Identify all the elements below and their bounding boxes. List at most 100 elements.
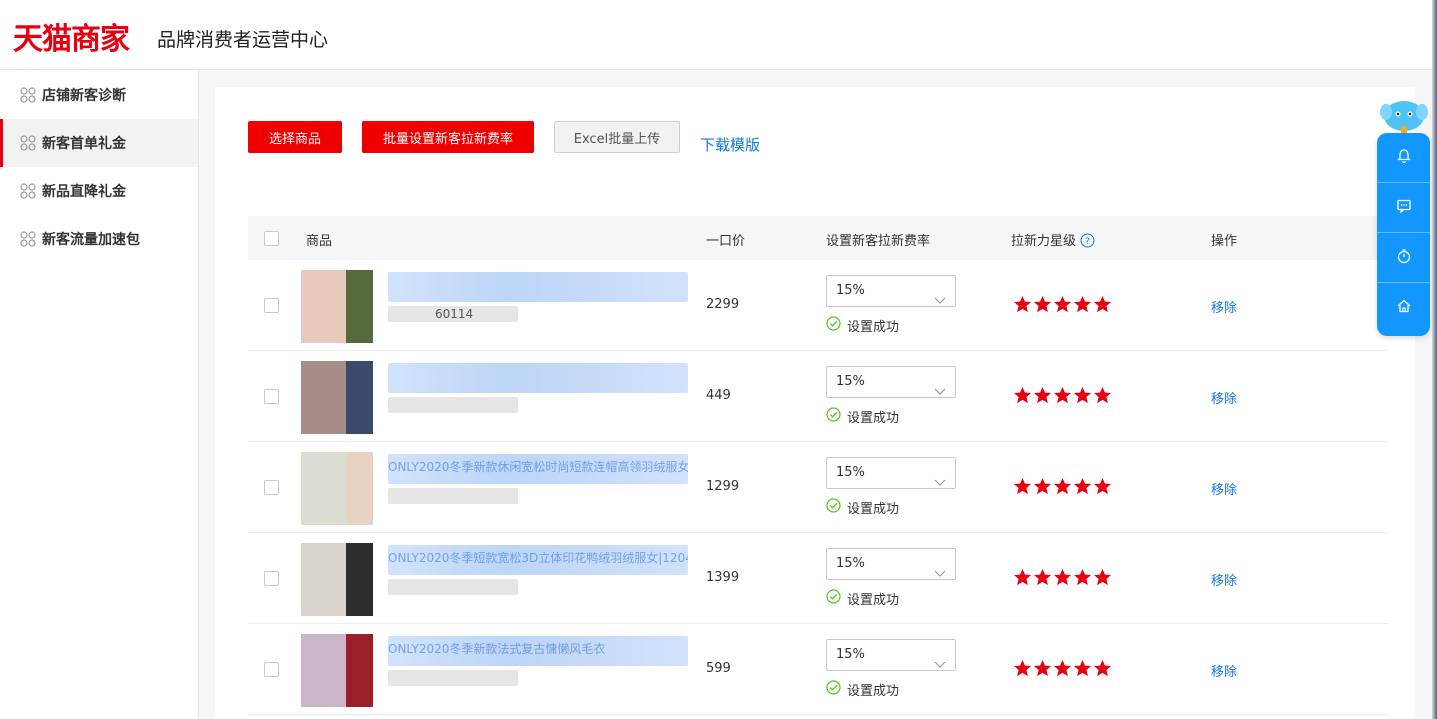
- status-text: 设置成功: [847, 411, 900, 426]
- grid-icon: [20, 231, 36, 247]
- star-icon: [1013, 477, 1032, 496]
- timer-button[interactable]: [1377, 233, 1430, 283]
- sidebar-item-traffic-pack[interactable]: 新客流量加速包: [0, 215, 198, 263]
- product-price: 599: [706, 661, 731, 676]
- star-rating: [1013, 295, 1112, 314]
- star-icon: [1093, 477, 1112, 496]
- rate-value: 15%: [836, 556, 865, 571]
- remove-link[interactable]: 移除: [1211, 661, 1237, 680]
- table-row: ONLY2020冬季新款休闲宽松时尚短款连帽高领羽绒服女 1299 15% 设置成功 移…: [248, 442, 1388, 533]
- star-rating: [1013, 659, 1112, 678]
- excel-upload-button[interactable]: Excel批量上传: [554, 121, 680, 153]
- star-icon: [1053, 386, 1072, 405]
- row-checkbox[interactable]: [264, 480, 279, 495]
- product-title[interactable]: ONLY2020冬季新款休闲宽松时尚短款连帽高领羽绒服女: [388, 458, 688, 475]
- home-icon: [1396, 298, 1412, 318]
- grid-icon: [20, 183, 36, 199]
- select-goods-button[interactable]: 选择商品: [248, 121, 342, 153]
- bell-icon: [1396, 148, 1412, 168]
- product-title-blur: [388, 272, 688, 302]
- check-circle-icon: [826, 680, 841, 699]
- status-text: 设置成功: [847, 593, 900, 608]
- status-text: 设置成功: [847, 502, 900, 517]
- sidebar-item-label: 新品直降礼金: [42, 184, 126, 200]
- batch-set-rate-button[interactable]: 批量设置新客拉新费率: [362, 121, 534, 153]
- rate-value: 15%: [836, 647, 865, 662]
- star-icon: [1093, 659, 1112, 678]
- chevron-down-icon: [934, 651, 946, 681]
- star-icon: [1093, 295, 1112, 314]
- row-checkbox[interactable]: [264, 662, 279, 677]
- product-thumbnail[interactable]: [301, 543, 373, 616]
- top-header: 天猫商家 品牌消费者运营中心: [0, 0, 1437, 70]
- grid-icon: [20, 87, 36, 103]
- row-checkbox[interactable]: [264, 571, 279, 586]
- grid-icon: [20, 135, 36, 151]
- star-icon: [1093, 386, 1112, 405]
- rate-value: 15%: [836, 283, 865, 298]
- check-circle-icon: [826, 407, 841, 426]
- star-icon: [1073, 568, 1092, 587]
- product-price: 449: [706, 388, 731, 403]
- row-checkbox[interactable]: [264, 298, 279, 313]
- table-row: 449 15% 设置成功 移除: [248, 351, 1388, 442]
- sidebar-item-new-product-gift[interactable]: 新品直降礼金: [0, 167, 198, 215]
- product-price: 2299: [706, 297, 740, 312]
- remove-link[interactable]: 移除: [1211, 479, 1237, 498]
- status-success: 设置成功: [826, 589, 899, 608]
- status-success: 设置成功: [826, 316, 899, 335]
- product-title[interactable]: ONLY2020冬季短款宽松3D立体印花鸭绒羽绒服女|1204: [388, 549, 688, 566]
- star-icon: [1013, 295, 1032, 314]
- product-title[interactable]: ONLY2020冬季新款法式复古慵懒风毛衣: [388, 640, 688, 657]
- product-thumbnail[interactable]: [301, 361, 373, 434]
- sidebar-item-first-order-gift[interactable]: 新客首单礼金: [0, 119, 198, 167]
- status-success: 设置成功: [826, 407, 899, 426]
- remove-link[interactable]: 移除: [1211, 388, 1237, 407]
- check-circle-icon: [826, 589, 841, 608]
- rate-select[interactable]: 15%: [826, 548, 956, 580]
- star-icon: [1013, 386, 1032, 405]
- notification-button[interactable]: [1377, 133, 1430, 183]
- svg-text:?: ?: [1085, 237, 1090, 247]
- row-checkbox[interactable]: [264, 389, 279, 404]
- message-icon: [1396, 198, 1412, 218]
- remove-link[interactable]: 移除: [1211, 570, 1237, 589]
- remove-link[interactable]: 移除: [1211, 297, 1237, 316]
- product-thumbnail[interactable]: [301, 452, 373, 525]
- chevron-down-icon: [934, 287, 946, 317]
- star-icon: [1093, 568, 1112, 587]
- main-panel: 选择商品 批量设置新客拉新费率 Excel批量上传 下载模版 商品 一口价 设置…: [215, 87, 1415, 719]
- star-icon: [1033, 477, 1052, 496]
- product-thumbnail[interactable]: [301, 270, 373, 343]
- timer-icon: [1396, 248, 1412, 268]
- product-id-blur: [388, 397, 518, 413]
- table-row: ONLY2020冬季短款宽松3D立体印花鸭绒羽绒服女|1204 1399 15% 设置…: [248, 533, 1388, 624]
- star-icon: [1053, 477, 1072, 496]
- sidebar-item-label: 店铺新客诊断: [42, 88, 126, 104]
- star-icon: [1033, 659, 1052, 678]
- star-rating: [1013, 477, 1112, 496]
- product-id: 60114: [435, 307, 474, 321]
- home-button[interactable]: [1377, 283, 1430, 333]
- check-circle-icon: [826, 316, 841, 335]
- rate-select[interactable]: 15%: [826, 275, 956, 307]
- chevron-down-icon: [934, 560, 946, 590]
- help-icon[interactable]: ?: [1080, 233, 1095, 252]
- mascot-icon[interactable]: [1380, 98, 1428, 136]
- status-success: 设置成功: [826, 498, 899, 517]
- sidebar-item-label: 新客首单礼金: [42, 136, 126, 152]
- rate-select[interactable]: 15%: [826, 366, 956, 398]
- tmall-logo[interactable]: 天猫商家: [13, 14, 130, 58]
- sidebar-item-store-diagnosis[interactable]: 店铺新客诊断: [0, 71, 198, 119]
- floating-toolbar: [1377, 133, 1430, 336]
- message-button[interactable]: [1377, 183, 1430, 233]
- goods-table: 商品 一口价 设置新客拉新费率 拉新力星级? 操作 60114 2299 15% 设置…: [248, 216, 1388, 715]
- select-all-checkbox[interactable]: [264, 231, 279, 246]
- header-action: 操作: [1211, 234, 1238, 249]
- download-template-link[interactable]: 下载模版: [700, 134, 760, 155]
- product-thumbnail[interactable]: [301, 634, 373, 707]
- rate-value: 15%: [836, 465, 865, 480]
- rate-select[interactable]: 15%: [826, 457, 956, 489]
- product-price: 1399: [706, 570, 740, 585]
- rate-select[interactable]: 15%: [826, 639, 956, 671]
